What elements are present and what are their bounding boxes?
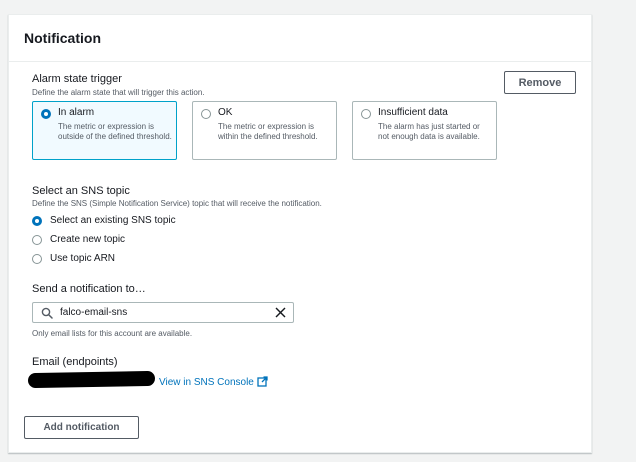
option-label: Use topic ARN (50, 253, 116, 264)
send-to-label: Send a notification to… (32, 283, 146, 295)
view-sns-console-link[interactable]: View in SNS Console (159, 376, 268, 388)
panel-header: Notification (9, 15, 591, 62)
sns-topic-label: Select an SNS topic (32, 185, 130, 197)
email-endpoints-label: Email (endpoints) (32, 356, 118, 368)
add-notification-button[interactable]: Add notification (24, 416, 139, 439)
tile-title: OK (218, 107, 233, 118)
option-label: Select an existing SNS topic (50, 215, 176, 226)
radio-insufficient-data[interactable] (361, 109, 371, 119)
notification-panel: Notification Alarm state trigger Define … (8, 14, 592, 453)
tile-description: The alarm has just started or not enough… (378, 122, 480, 141)
sns-topic-description: Define the SNS (Simple Notification Serv… (32, 199, 322, 208)
option-label: Create new topic (50, 234, 126, 245)
radio-topic-arn[interactable] (32, 254, 42, 264)
external-link-icon (257, 376, 268, 387)
tile-ok[interactable]: OK The metric or expression is within th… (192, 101, 337, 160)
search-icon (41, 307, 53, 319)
topic-search-input[interactable]: falco-email-sns (32, 302, 294, 323)
radio-in-alarm[interactable] (41, 109, 51, 119)
tile-description: The metric or expression is outside of t… (58, 122, 172, 141)
search-value[interactable]: falco-email-sns (60, 307, 127, 318)
link-label[interactable]: View in SNS Console (159, 377, 254, 388)
tile-title: In alarm (58, 107, 95, 118)
alarm-trigger-description: Define the alarm state that will trigger… (32, 88, 205, 97)
tile-title: Insufficient data (378, 107, 448, 118)
alarm-trigger-label: Alarm state trigger (32, 73, 122, 85)
close-icon[interactable] (274, 306, 287, 319)
panel-title: Notification (24, 30, 101, 46)
tile-description: The metric or expression is within the d… (218, 122, 318, 141)
remove-button[interactable]: Remove (504, 71, 576, 94)
tile-insufficient-data[interactable]: Insufficient data The alarm has just sta… (352, 101, 497, 160)
tile-in-alarm[interactable]: In alarm The metric or expression is out… (32, 101, 177, 160)
radio-ok[interactable] (201, 109, 211, 119)
send-to-hint: Only email lists for this account are av… (32, 329, 193, 338)
radio-create-topic[interactable] (32, 235, 42, 245)
radio-existing-topic[interactable] (32, 216, 42, 226)
redacted-email (27, 370, 156, 389)
